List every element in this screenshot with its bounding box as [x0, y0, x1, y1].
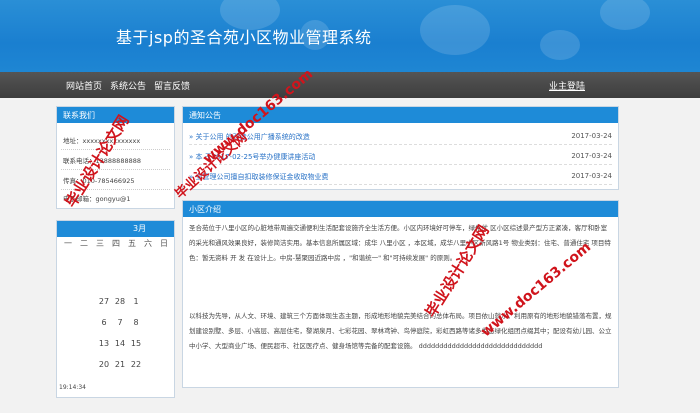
notice-item[interactable]: » 本 于2017-02-25号举办健康讲座活动 2017-03-24 — [189, 149, 612, 165]
weekday: 日 — [160, 239, 168, 248]
contact-panel: 联系我们 地址：xxxxxxxxxxxxxxx 联系电话：13888888888… — [56, 106, 175, 209]
contact-title: 联系我们 — [57, 107, 174, 123]
divider — [61, 189, 170, 190]
calendar-day[interactable]: 8 — [127, 318, 145, 327]
notice-item[interactable]: » 关于公用 的改造公用广播系统的改造 2017-03-24 — [189, 129, 612, 145]
calendar-header: 3月 — [57, 221, 174, 237]
notice-link[interactable]: » 关于公用 的改造公用广播系统的改造 — [189, 132, 310, 142]
calendar-panel: 3月 一 二 三 四 五 六 日 27 28 1 6 7 8 13 14 15 … — [56, 220, 175, 398]
top-nav: 网站首页 系统公告 留言反馈 业主登陆 — [0, 72, 700, 98]
calendar-month: 3月 — [133, 224, 147, 233]
calendar-day[interactable]: 1 — [127, 297, 145, 306]
notice-link[interactable]: » 业管理公司擅自扣取装修保证金收取物业费 — [189, 172, 329, 182]
nav-announcements[interactable]: 系统公告 — [110, 79, 146, 92]
intro-title: 小区介绍 — [183, 201, 618, 217]
calendar-weekdays: 一 二 三 四 五 六 日 — [59, 238, 172, 252]
contact-address: 地址：xxxxxxxxxxxxxxx — [63, 137, 141, 145]
contact-phone: 联系电话：13888888888 — [63, 157, 141, 165]
intro-panel: 小区介绍 圣合苑位于八里小区的心脏地带周遍交通便利生活配套设施齐全生活方便。小区… — [182, 200, 619, 388]
notice-panel: 通知公告 » 关于公用 的改造公用广播系统的改造 2017-03-24 » 本 … — [182, 106, 619, 190]
notice-item[interactable]: » 业管理公司擅自扣取装修保证金收取物业费 2017-03-24 — [189, 169, 612, 185]
notice-title: 通知公告 — [183, 107, 618, 123]
nav-feedback[interactable]: 留言反馈 — [154, 79, 190, 92]
clock-time: 19:14:34 — [59, 384, 86, 391]
divider — [61, 169, 170, 170]
intro-paragraph: 圣合苑位于八里小区的心脏地带周遍交通便利生活配套设施齐全生活方便。小区内环境好可… — [189, 224, 611, 262]
notice-date: 2017-03-24 — [571, 132, 612, 140]
divider — [61, 149, 170, 150]
notice-date: 2017-03-24 — [571, 152, 612, 160]
contact-email: 电子邮箱：gongyu@1 — [63, 195, 131, 203]
nav-home[interactable]: 网站首页 — [66, 79, 102, 92]
calendar-day[interactable]: 22 — [127, 360, 145, 369]
notice-date: 2017-03-24 — [571, 172, 612, 180]
notice-link[interactable]: » 本 于2017-02-25号举办健康讲座活动 — [189, 152, 315, 162]
calendar-day[interactable]: 15 — [127, 339, 145, 348]
site-title: 基于jsp的圣合苑小区物业管理系统 — [116, 28, 372, 47]
header-banner: 基于jsp的圣合苑小区物业管理系统 — [0, 0, 700, 72]
intro-paragraph: 以科技为先导，从人文、环境、建筑三个方面体现生态主题，形成地形地貌完美结合的总体… — [189, 312, 612, 350]
nav-owner-login[interactable]: 业主登陆 — [549, 79, 585, 92]
contact-fax: 传真：010-785466925 — [63, 177, 135, 185]
